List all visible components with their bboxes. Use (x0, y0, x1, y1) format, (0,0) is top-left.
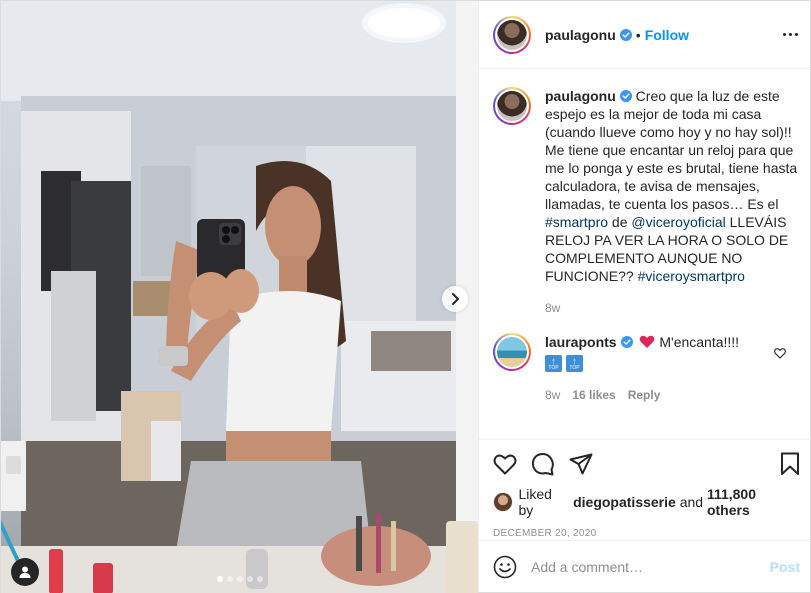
bookmark-icon[interactable] (780, 452, 800, 476)
top-arrow-emoji-icon: ↑ TOP (566, 355, 583, 372)
follow-button[interactable]: Follow (645, 27, 689, 43)
carousel-indicator (1, 576, 478, 582)
comment-icon[interactable] (531, 452, 555, 476)
chevron-right-icon (452, 293, 459, 305)
comment-body: M'encanta!!!! (659, 334, 740, 350)
more-options-icon[interactable] (781, 25, 800, 45)
heart-icon[interactable] (493, 453, 517, 475)
carousel-dot (256, 576, 263, 582)
caption-avatar[interactable] (493, 87, 531, 125)
comments-section: paulagonu Creo que la luz de este espejo… (479, 69, 811, 439)
post-comment-button[interactable]: Post (770, 559, 800, 575)
liked-by-summary: Liked by diegopatisserie and 111,800 oth… (493, 486, 800, 518)
red-heart-emoji-icon (640, 335, 655, 348)
reply-button[interactable]: Reply (628, 386, 661, 404)
caption-body: Creo que la luz de este espejo es la mej… (545, 88, 798, 212)
commenter-avatar[interactable] (493, 333, 531, 371)
paper-plane-icon[interactable] (569, 453, 593, 475)
comment-time[interactable]: 8w (545, 386, 560, 404)
post-media[interactable] (1, 1, 478, 593)
post-date[interactable]: December 20, 2020 (493, 528, 800, 539)
verified-badge-icon (619, 90, 632, 102)
header-separator: • (635, 26, 641, 43)
caption-time[interactable]: 8w (545, 299, 560, 317)
tagged-users-button[interactable] (11, 558, 39, 586)
mention-link[interactable]: @viceroyoficial (631, 214, 725, 230)
post-photo (1, 1, 478, 593)
caption-username[interactable]: paulagonu (545, 88, 616, 104)
hashtag-link[interactable]: #smartpro (545, 214, 608, 230)
comment-text: lauraponts M'encanta!!!! (545, 333, 765, 351)
add-comment-bar: Post (479, 540, 811, 592)
verified-badge-icon (620, 336, 633, 348)
emoji-icon[interactable] (493, 555, 517, 579)
comment-item: lauraponts M'encanta!!!! ↑ TOP ↑ TOP 8w 16… (493, 333, 800, 404)
carousel-dot (216, 576, 223, 582)
liker-username[interactable]: diegopatisserie (573, 494, 676, 510)
post-panel: paulagonu • Follow paulagonu Creo que la… (478, 1, 811, 592)
author-username[interactable]: paulagonu (545, 27, 616, 43)
liker-avatar[interactable] (493, 492, 513, 512)
commenter-username[interactable]: lauraponts (545, 334, 617, 350)
author-avatar[interactable] (493, 15, 531, 54)
user-tag-icon (19, 566, 31, 578)
caption: paulagonu Creo que la luz de este espejo… (493, 87, 800, 317)
caption-body: de (608, 214, 632, 230)
comment-input[interactable] (531, 558, 770, 575)
carousel-dot (226, 576, 233, 582)
top-emoji-badges: ↑ TOP ↑ TOP (545, 355, 765, 372)
comment-like-heart-icon[interactable] (774, 348, 786, 359)
carousel-next-button[interactable] (442, 286, 468, 312)
carousel-dot (246, 576, 253, 582)
likes-count-link[interactable]: 111,800 others (707, 486, 800, 518)
caption-text: paulagonu Creo que la luz de este espejo… (545, 87, 800, 285)
comment-likes[interactable]: 16 likes (572, 386, 615, 404)
post-header: paulagonu • Follow (479, 1, 811, 69)
verified-badge-icon (619, 28, 632, 41)
post-dialog: paulagonu • Follow paulagonu Creo que la… (0, 0, 811, 593)
hashtag-link[interactable]: #viceroysmartpro (638, 268, 745, 284)
carousel-dot (236, 576, 243, 582)
top-arrow-emoji-icon: ↑ TOP (545, 355, 562, 372)
